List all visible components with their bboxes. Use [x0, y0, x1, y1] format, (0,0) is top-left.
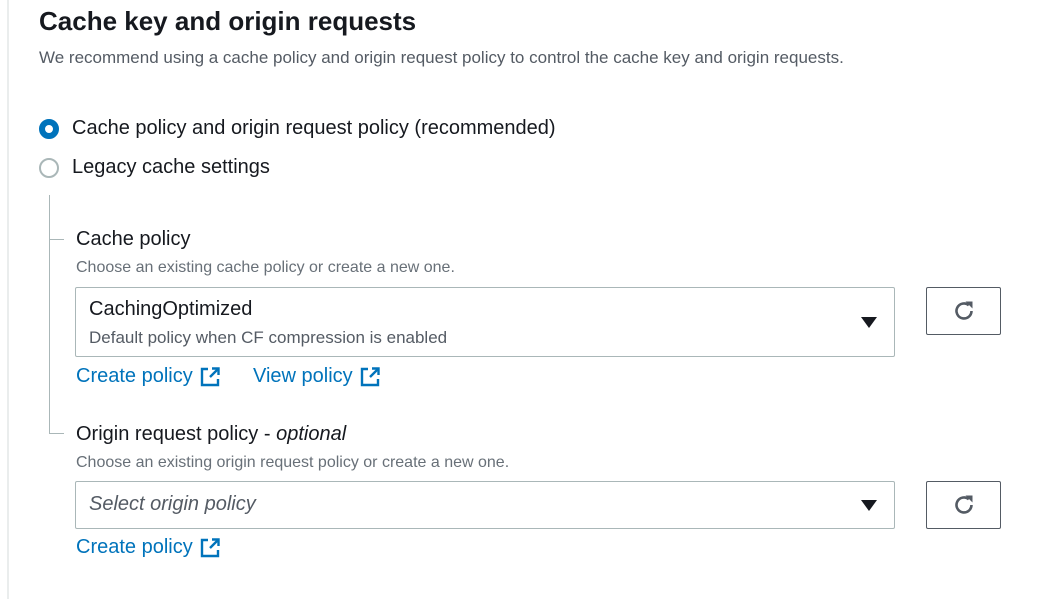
- origin-request-policy-label: Origin request policy - optional: [76, 423, 346, 446]
- radio-cache-policy-recommended[interactable]: Cache policy and origin request policy (…: [39, 117, 556, 140]
- tree-connector-vertical: [49, 195, 50, 433]
- section-description: We recommend using a cache policy and or…: [39, 48, 844, 67]
- external-link-icon: [199, 537, 221, 559]
- caret-down-icon: [861, 500, 877, 511]
- optional-label: optional: [276, 423, 347, 445]
- cache-policy-select[interactable]: CachingOptimized Default policy when CF …: [75, 287, 895, 357]
- create-origin-request-policy-link[interactable]: Create policy: [76, 536, 221, 559]
- panel-left-border: [7, 0, 9, 599]
- radio-button-checked[interactable]: [39, 118, 59, 139]
- cache-policy-selected-value: CachingOptimized: [89, 298, 253, 320]
- create-cache-policy-link[interactable]: Create policy: [76, 365, 221, 388]
- section-title: Cache key and origin requests: [39, 6, 417, 36]
- cache-policy-hint: Choose an existing cache policy or creat…: [76, 259, 455, 276]
- external-link-icon: [359, 366, 381, 388]
- tree-connector-origin-policy: [49, 433, 64, 434]
- refresh-icon: [954, 301, 973, 320]
- radio-legacy-cache-settings[interactable]: Legacy cache settings: [39, 156, 270, 179]
- view-cache-policy-link-label: View policy: [253, 365, 353, 387]
- origin-request-policy-label-text: Origin request policy: [76, 423, 259, 445]
- external-link-icon: [199, 366, 221, 388]
- radio-button-unchecked[interactable]: [39, 157, 59, 178]
- cache-policy-label: Cache policy: [76, 228, 191, 250]
- origin-request-policy-select[interactable]: Select origin policy: [75, 481, 895, 529]
- cache-policy-refresh-button[interactable]: [926, 287, 1001, 335]
- origin-request-policy-label-separator: -: [258, 423, 277, 445]
- refresh-icon: [954, 495, 973, 514]
- create-origin-request-policy-link-label: Create policy: [76, 536, 193, 558]
- origin-request-policy-placeholder: Select origin policy: [89, 493, 256, 515]
- caret-down-icon: [861, 317, 877, 328]
- create-cache-policy-link-label: Create policy: [76, 365, 193, 387]
- cache-policy-selected-description: Default policy when CF compression is en…: [89, 328, 448, 347]
- origin-request-policy-hint: Choose an existing origin request policy…: [76, 454, 510, 471]
- view-cache-policy-link[interactable]: View policy: [253, 365, 381, 388]
- cache-key-origin-requests-panel: Cache key and origin requests We recomme…: [0, 0, 1061, 599]
- radio-label: Legacy cache settings: [72, 156, 270, 178]
- tree-connector-cache-policy: [49, 239, 64, 240]
- radio-label: Cache policy and origin request policy (…: [72, 117, 556, 139]
- origin-request-policy-refresh-button[interactable]: [926, 481, 1001, 529]
